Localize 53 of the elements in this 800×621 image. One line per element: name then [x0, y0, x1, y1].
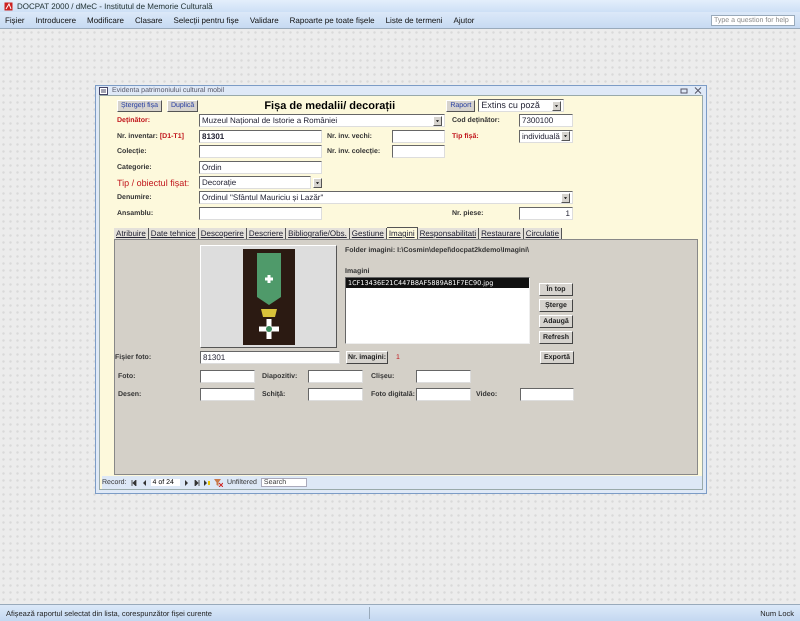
tab[interactable]: Atribuire [114, 228, 149, 239]
tab[interactable]: Descoperire [198, 228, 247, 239]
input-field[interactable] [308, 388, 363, 400]
form-icon [99, 86, 108, 95]
input-field[interactable]: 81301 [199, 130, 322, 143]
menu-item[interactable]: Clasare [134, 16, 163, 24]
app-title: DOCPAT 2000 / dMeC - Institutul de Memorie Culturală [17, 2, 213, 10]
previous-record-icon[interactable] [140, 480, 147, 486]
input-field[interactable] [199, 145, 322, 158]
input-field[interactable] [392, 130, 445, 143]
tab[interactable]: Responsabilitati [418, 228, 480, 239]
form-heading: Fișa de medalii/ decorații [264, 100, 396, 112]
input-field[interactable] [200, 388, 255, 400]
menu-item[interactable]: Validare [250, 16, 279, 24]
combo-field[interactable]: Ordinul "Sfântul Mauriciu și Lazăr" [199, 191, 573, 204]
input-field[interactable] [308, 370, 363, 382]
new-record-icon[interactable] [204, 480, 210, 486]
menu-item[interactable]: Modificare [87, 16, 124, 24]
combo-field[interactable]: individuală [519, 130, 573, 143]
tab[interactable]: Circulatie [524, 228, 562, 239]
menu-item[interactable]: Rapoarte pe toate fișele [290, 16, 375, 24]
last-record-icon[interactable] [194, 480, 200, 486]
app-icon [4, 2, 13, 10]
menu-item[interactable]: Liste de termeni [386, 16, 443, 24]
tab[interactable]: Bibliografie/Obs. [286, 228, 350, 239]
tab[interactable]: Descriere [246, 228, 286, 239]
restore-icon[interactable] [679, 86, 689, 96]
tab[interactable]: Restaurare [479, 228, 524, 239]
type-combo[interactable]: Decorație [199, 176, 311, 190]
field-label: Tip / obiectul fișat: [117, 178, 190, 188]
close-icon[interactable] [693, 86, 703, 96]
input-field[interactable]: 81301 [200, 351, 340, 364]
input-field[interactable] [200, 370, 255, 382]
tab[interactable]: Imagini [386, 227, 418, 239]
menu-item[interactable]: Selecții pentru fișe [174, 16, 239, 24]
input-field[interactable] [416, 388, 471, 400]
input-field[interactable]: Ordin [199, 160, 322, 174]
tab[interactable]: Date tehnice [148, 228, 199, 239]
menu-item[interactable]: Introducere [36, 16, 76, 24]
filter-icon[interactable] [214, 478, 223, 487]
input-field[interactable]: 7300100 [519, 114, 573, 128]
input-field[interactable] [416, 370, 471, 382]
next-record-icon[interactable] [184, 480, 190, 486]
input-field[interactable] [199, 206, 322, 220]
tab[interactable]: Gestiune [350, 228, 387, 239]
menu-item[interactable]: Ajutor [454, 16, 474, 24]
input-field[interactable] [392, 145, 445, 158]
combo-field[interactable]: Muzeul Național de Istorie a României [199, 114, 445, 128]
menu-item[interactable]: Fișier [5, 16, 25, 24]
report-combo[interactable]: Extins cu poză [478, 99, 564, 112]
first-record-icon[interactable] [130, 480, 137, 486]
input-field[interactable] [520, 388, 574, 400]
input-field[interactable]: 1 [519, 206, 573, 220]
